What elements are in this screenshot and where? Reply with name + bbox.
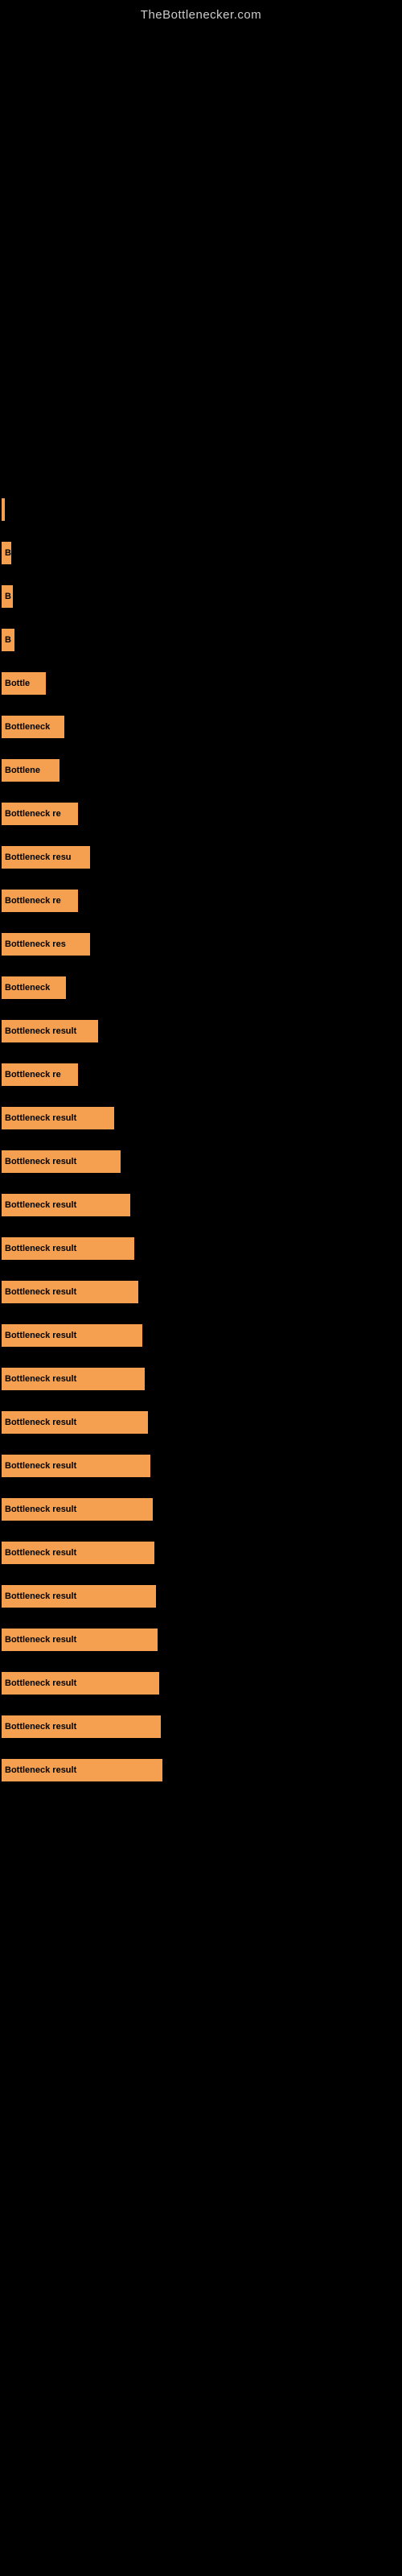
bottleneck-bar: Bottleneck re — [2, 890, 78, 912]
bottleneck-bar: Bottleneck result — [2, 1411, 148, 1434]
bar-row: Bottleneck — [0, 973, 402, 1002]
bottleneck-bar: Bottleneck result — [2, 1107, 114, 1129]
bar-row: Bottlene — [0, 756, 402, 785]
bottleneck-bar: Bottleneck result — [2, 1498, 153, 1521]
bar-row: B — [0, 582, 402, 611]
bottleneck-bar: Bottleneck result — [2, 1715, 161, 1738]
bottleneck-bar: B — [2, 542, 11, 564]
bar-row: Bottleneck result — [0, 1017, 402, 1046]
bottleneck-bar: Bottlene — [2, 759, 59, 782]
bottleneck-bar: Bottleneck — [2, 976, 66, 999]
bars-container: BBBBottleBottleneckBottleneBottleneck re… — [0, 28, 402, 1799]
bar-row: Bottleneck result — [0, 1582, 402, 1611]
bar-row: Bottleneck result — [0, 1669, 402, 1698]
bar-row: Bottleneck result — [0, 1408, 402, 1437]
bar-row: Bottleneck re — [0, 1060, 402, 1089]
bottleneck-bar: Bottleneck re — [2, 1063, 78, 1086]
bottleneck-bar: Bottleneck result — [2, 1194, 130, 1216]
bottleneck-bar: Bottleneck result — [2, 1585, 156, 1608]
bottleneck-bar: Bottleneck result — [2, 1324, 142, 1347]
bottleneck-bar: Bottleneck result — [2, 1020, 98, 1042]
bar-row: Bottleneck result — [0, 1104, 402, 1133]
bottleneck-bar: Bottleneck result — [2, 1150, 121, 1173]
bar-row: Bottleneck result — [0, 1756, 402, 1785]
site-title: TheBottlenecker.com — [0, 0, 402, 28]
bar-row: B — [0, 539, 402, 568]
bar-row: Bottleneck result — [0, 1278, 402, 1307]
bottleneck-bar: Bottleneck result — [2, 1629, 158, 1651]
bar-row: Bottleneck result — [0, 1191, 402, 1220]
bottleneck-bar: Bottleneck — [2, 716, 64, 738]
bar-row: Bottleneck resu — [0, 843, 402, 872]
bottleneck-bar: B — [2, 629, 14, 651]
bar-row: Bottleneck re — [0, 886, 402, 915]
bottleneck-bar: Bottleneck re — [2, 803, 78, 825]
bar-row: Bottleneck result — [0, 1625, 402, 1654]
bottleneck-bar: Bottleneck result — [2, 1281, 138, 1303]
bottleneck-bar: Bottleneck result — [2, 1672, 159, 1695]
bar-row: Bottleneck result — [0, 1712, 402, 1741]
bar-row: Bottleneck result — [0, 1321, 402, 1350]
bottleneck-bar: B — [2, 585, 13, 608]
bar-row: Bottleneck result — [0, 1451, 402, 1480]
bar-row — [0, 495, 402, 524]
bar-row: Bottle — [0, 669, 402, 698]
bottleneck-bar: Bottleneck result — [2, 1237, 134, 1260]
bar-row: Bottleneck result — [0, 1147, 402, 1176]
bar-row: Bottleneck — [0, 712, 402, 741]
bottleneck-bar: Bottleneck result — [2, 1455, 150, 1477]
bottleneck-bar: Bottleneck resu — [2, 846, 90, 869]
bar-row: Bottleneck result — [0, 1364, 402, 1393]
bar-row: Bottleneck result — [0, 1495, 402, 1524]
bar-row: Bottleneck result — [0, 1538, 402, 1567]
bar-row: Bottleneck result — [0, 1234, 402, 1263]
bar-row: B — [0, 625, 402, 654]
bottleneck-bar: Bottleneck result — [2, 1542, 154, 1564]
bar-row: Bottleneck res — [0, 930, 402, 959]
bottleneck-bar: Bottleneck result — [2, 1759, 162, 1781]
bottleneck-bar: Bottle — [2, 672, 46, 695]
bar-row: Bottleneck re — [0, 799, 402, 828]
bottleneck-bar — [2, 498, 5, 521]
bottleneck-bar: Bottleneck res — [2, 933, 90, 956]
bottleneck-bar: Bottleneck result — [2, 1368, 145, 1390]
